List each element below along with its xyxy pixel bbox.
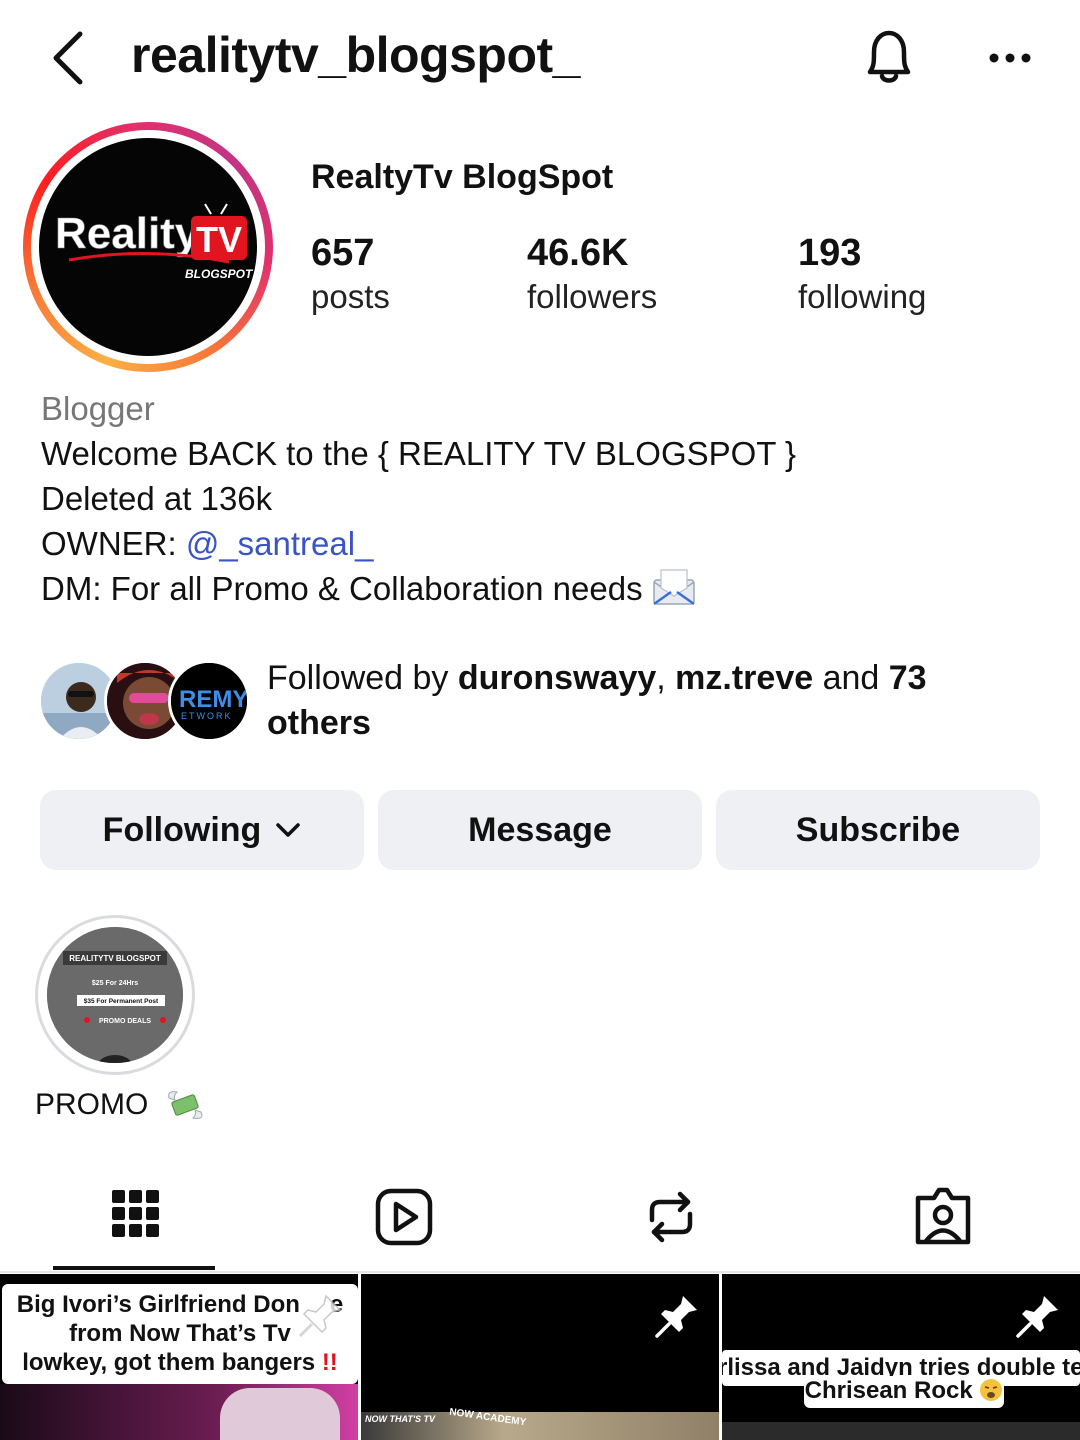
stat-following-label: following: [798, 278, 927, 315]
pin-icon: [653, 1290, 703, 1340]
highlight-thumbnail: REALITYTV BLOGSPOT $25 For 24Hrs $35 For…: [47, 927, 183, 1063]
highlight-promo[interactable]: REALITYTV BLOGSPOT $25 For 24Hrs $35 For…: [35, 915, 195, 1075]
bell-icon[interactable]: [860, 26, 918, 88]
bio: Blogger Welcome BACK to the { REALITY TV…: [41, 386, 796, 617]
tab-reposts[interactable]: [636, 1182, 706, 1252]
remy-logo-text: REMY: [179, 686, 248, 713]
grid-icon: [112, 1190, 159, 1237]
followed-by-text[interactable]: Followed by duronswayy, mz.treve and 73 o…: [267, 656, 1027, 746]
stat-following[interactable]: 193 following: [798, 230, 926, 318]
stat-followers-value: 46.6K: [527, 232, 629, 274]
post-1-caption-line-1: Big Ivori’s Girlfriend Don: [16, 1291, 300, 1318]
stat-followers-label: followers: [527, 278, 658, 315]
reposts-icon: [649, 1191, 693, 1243]
profile-avatar[interactable]: Reality TV BLOGSPOT: [23, 122, 273, 372]
remy-logo-subtext: ETWORK: [181, 711, 233, 721]
logo-word-1: Reality: [55, 209, 200, 258]
pin-icon: [1014, 1290, 1064, 1340]
tab-reels[interactable]: [368, 1182, 438, 1252]
tab-posts-grid[interactable]: [100, 1182, 170, 1252]
follower-avatar-3[interactable]: REMY ETWORK: [168, 660, 250, 742]
followed-by-count: 73: [888, 659, 927, 697]
profile-username: realitytv_blogspot_: [131, 27, 580, 83]
followed-by-and: and: [813, 659, 889, 697]
bio-line-3: OWNER: @_santreal_: [41, 521, 796, 566]
logo-word-2: TV: [196, 219, 242, 260]
message-button[interactable]: Message: [378, 790, 702, 870]
bio-line-2: Deleted at 136k: [41, 480, 273, 517]
reels-icon: [375, 1188, 433, 1246]
highlight-thumb-line-2: $35 For Permanent Post: [84, 998, 159, 1005]
money-wings-icon: [165, 1086, 205, 1130]
chevron-down-icon: [275, 821, 301, 839]
following-button[interactable]: Following: [40, 790, 364, 870]
post-2-strip-text-1: NOW THAT'S TV: [365, 1414, 435, 1424]
top-bar: realitytv_blogspot_: [0, 0, 1080, 118]
logo-word-3: BLOGSPOT: [185, 267, 254, 281]
followed-by-separator: ,: [656, 659, 676, 697]
following-button-label: Following: [102, 810, 262, 849]
more-options-icon[interactable]: [986, 40, 1036, 76]
followed-by-others: others: [267, 704, 371, 742]
stat-posts-value: 657: [311, 232, 375, 274]
stat-following-value: 193: [798, 232, 862, 274]
bio-line-4: DM: For all Promo & Collaboration needs: [41, 566, 796, 617]
followed-by-prefix: Followed by: [267, 659, 458, 697]
tab-tagged[interactable]: [908, 1182, 978, 1252]
post-1-caption-mark: !!: [321, 1349, 338, 1376]
highlight-thumb-line-3: PROMO DEALS: [99, 1018, 151, 1025]
grid-post-2[interactable]: NOW THAT'S TV NOW ACADEMY: [361, 1274, 719, 1440]
stat-posts-label: posts: [311, 278, 390, 315]
bio-line-1: Welcome BACK to the { REALITY TV BLOGSPO…: [41, 435, 797, 472]
display-name: RealtyTv BlogSpot: [311, 158, 614, 196]
active-tab-indicator: [53, 1266, 215, 1270]
followed-by-user-2[interactable]: mz.treve: [675, 659, 813, 697]
owner-mention-link[interactable]: @_santreal_: [186, 525, 374, 562]
stat-posts[interactable]: 657 posts: [311, 230, 390, 318]
post-3-caption-line-2: Chrisean Rock: [804, 1377, 973, 1404]
followed-by-user-1[interactable]: duronswayy: [458, 659, 656, 697]
stat-followers[interactable]: 46.6K followers: [527, 230, 657, 318]
grid-post-1[interactable]: Big Ivori’s Girlfriend Don e from Now Tha…: [0, 1274, 358, 1440]
weary-face-icon: [979, 1378, 1003, 1409]
highlight-thumb-title: REALITYTV BLOGSPOT: [69, 954, 161, 963]
bio-category: Blogger: [41, 390, 155, 427]
envelope-icon: [651, 566, 697, 617]
highlight-label[interactable]: PROMO: [35, 1086, 205, 1130]
tagged-icon: [915, 1187, 971, 1245]
back-arrow-icon[interactable]: [44, 28, 96, 88]
highlight-thumb-line-1: $25 For 24Hrs: [92, 980, 138, 987]
bio-owner-label: OWNER:: [41, 525, 186, 562]
post-3-caption-line-2-box: Chrisean Rock: [804, 1376, 1004, 1408]
highlight-label-text: PROMO: [35, 1088, 149, 1121]
pin-icon: [296, 1290, 346, 1340]
post-1-caption-line-3: lowkey, got them bangers: [22, 1349, 316, 1376]
subscribe-button[interactable]: Subscribe: [716, 790, 1040, 870]
tab-divider: [0, 1271, 1080, 1273]
reality-tv-logo: Reality TV BLOGSPOT: [55, 203, 254, 281]
bio-dm-text: DM: For all Promo & Collaboration needs: [41, 570, 643, 607]
grid-post-3[interactable]: rlissa and Jaidyn tries double te Chrise…: [722, 1274, 1080, 1440]
